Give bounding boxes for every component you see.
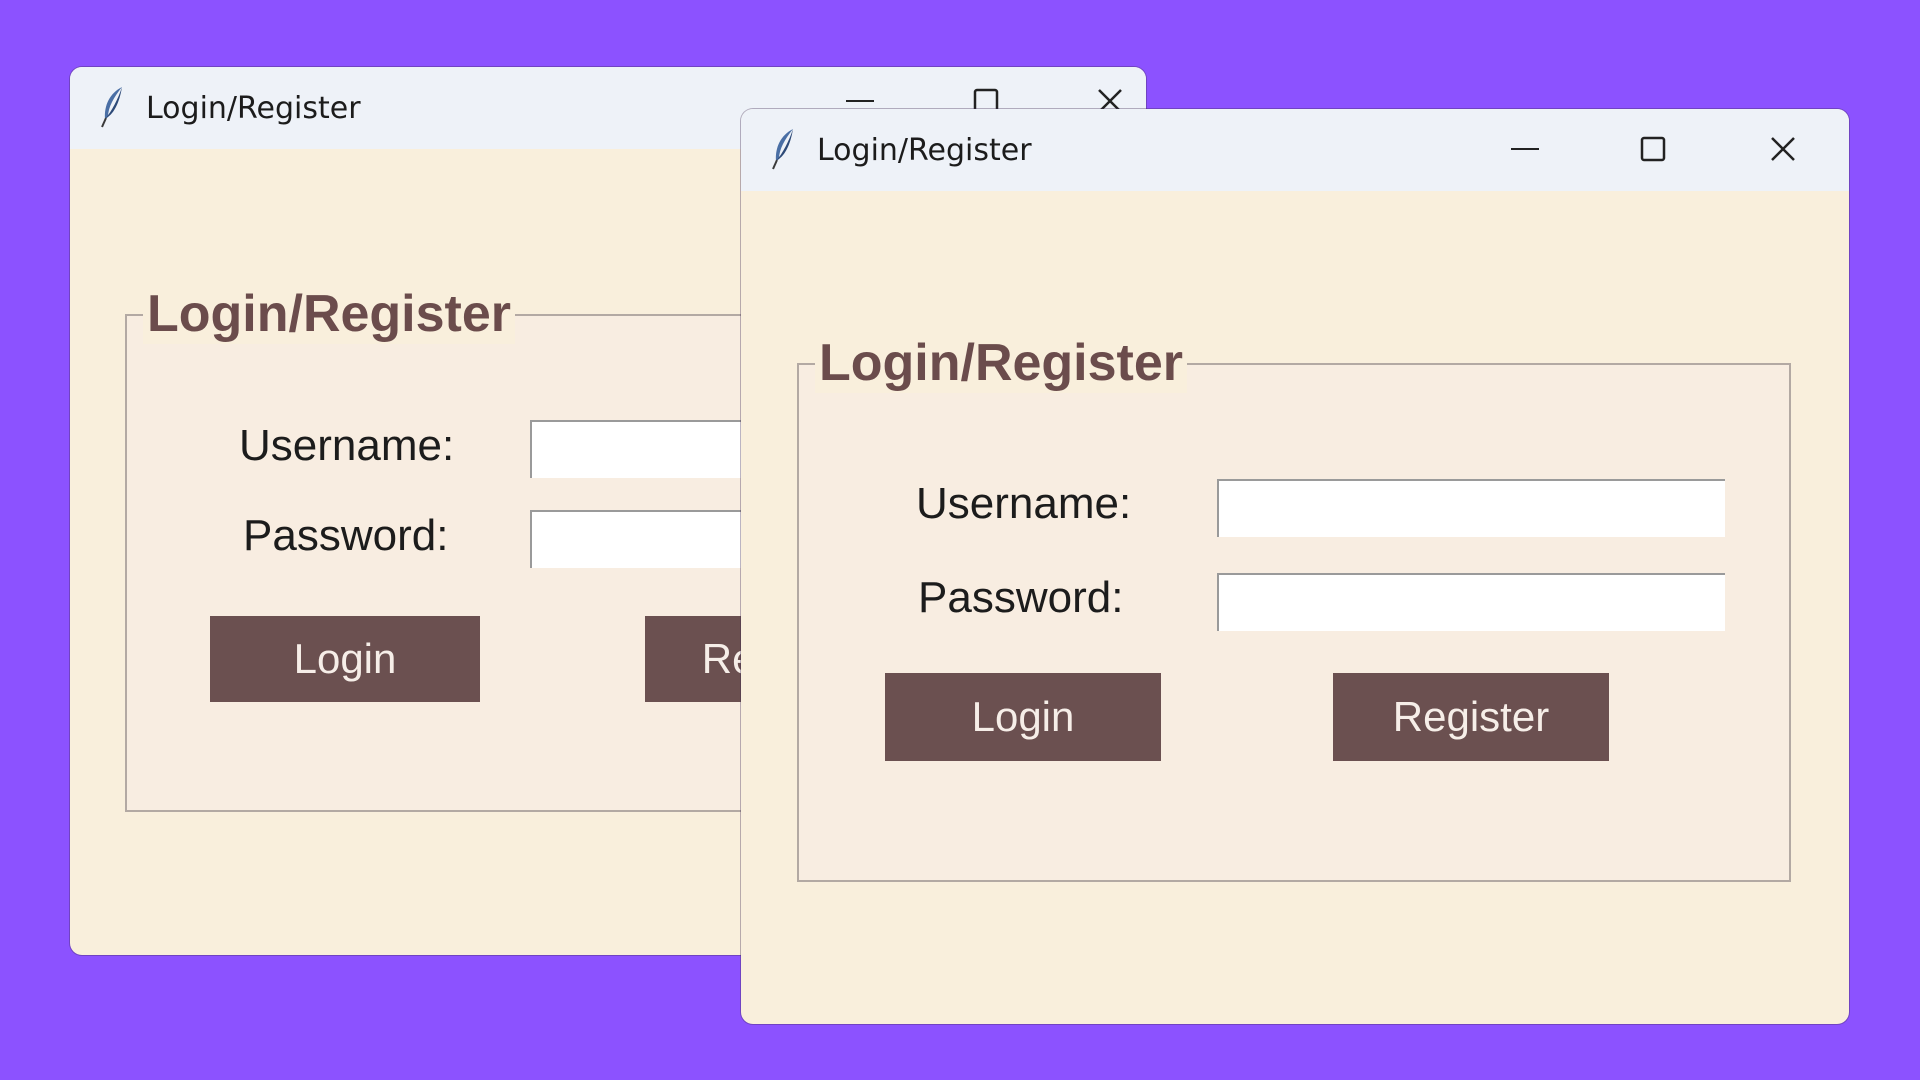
login-button[interactable]: Login xyxy=(210,616,480,702)
minimize-icon xyxy=(846,100,874,102)
feather-icon xyxy=(101,87,122,128)
feather-icon xyxy=(772,129,793,170)
maximize-icon xyxy=(1640,136,1666,162)
username-input[interactable] xyxy=(1217,479,1725,537)
window-title: Login/Register xyxy=(817,133,1032,168)
username-label: Username: xyxy=(916,479,1132,528)
login-register-window-foreground[interactable]: Login/Register Login/Register Username: … xyxy=(741,109,1849,1024)
minimize-button[interactable] xyxy=(1493,123,1557,175)
username-label: Username: xyxy=(239,421,455,470)
login-button[interactable]: Login xyxy=(885,673,1161,761)
password-input[interactable] xyxy=(1217,573,1725,631)
window-titlebar[interactable]: Login/Register xyxy=(741,109,1849,191)
register-button[interactable]: Register xyxy=(1333,673,1609,761)
frame-title: Login/Register xyxy=(143,284,516,344)
close-icon xyxy=(1771,137,1795,161)
minimize-icon xyxy=(1511,148,1539,150)
password-label: Password: xyxy=(243,511,449,560)
maximize-button[interactable] xyxy=(1621,123,1685,175)
close-button[interactable] xyxy=(1751,123,1815,175)
window-title: Login/Register xyxy=(146,91,361,126)
login-register-frame: Login/Register Username: Password: Login… xyxy=(797,333,1791,882)
frame-title: Login/Register xyxy=(815,333,1188,393)
password-label: Password: xyxy=(918,573,1124,622)
